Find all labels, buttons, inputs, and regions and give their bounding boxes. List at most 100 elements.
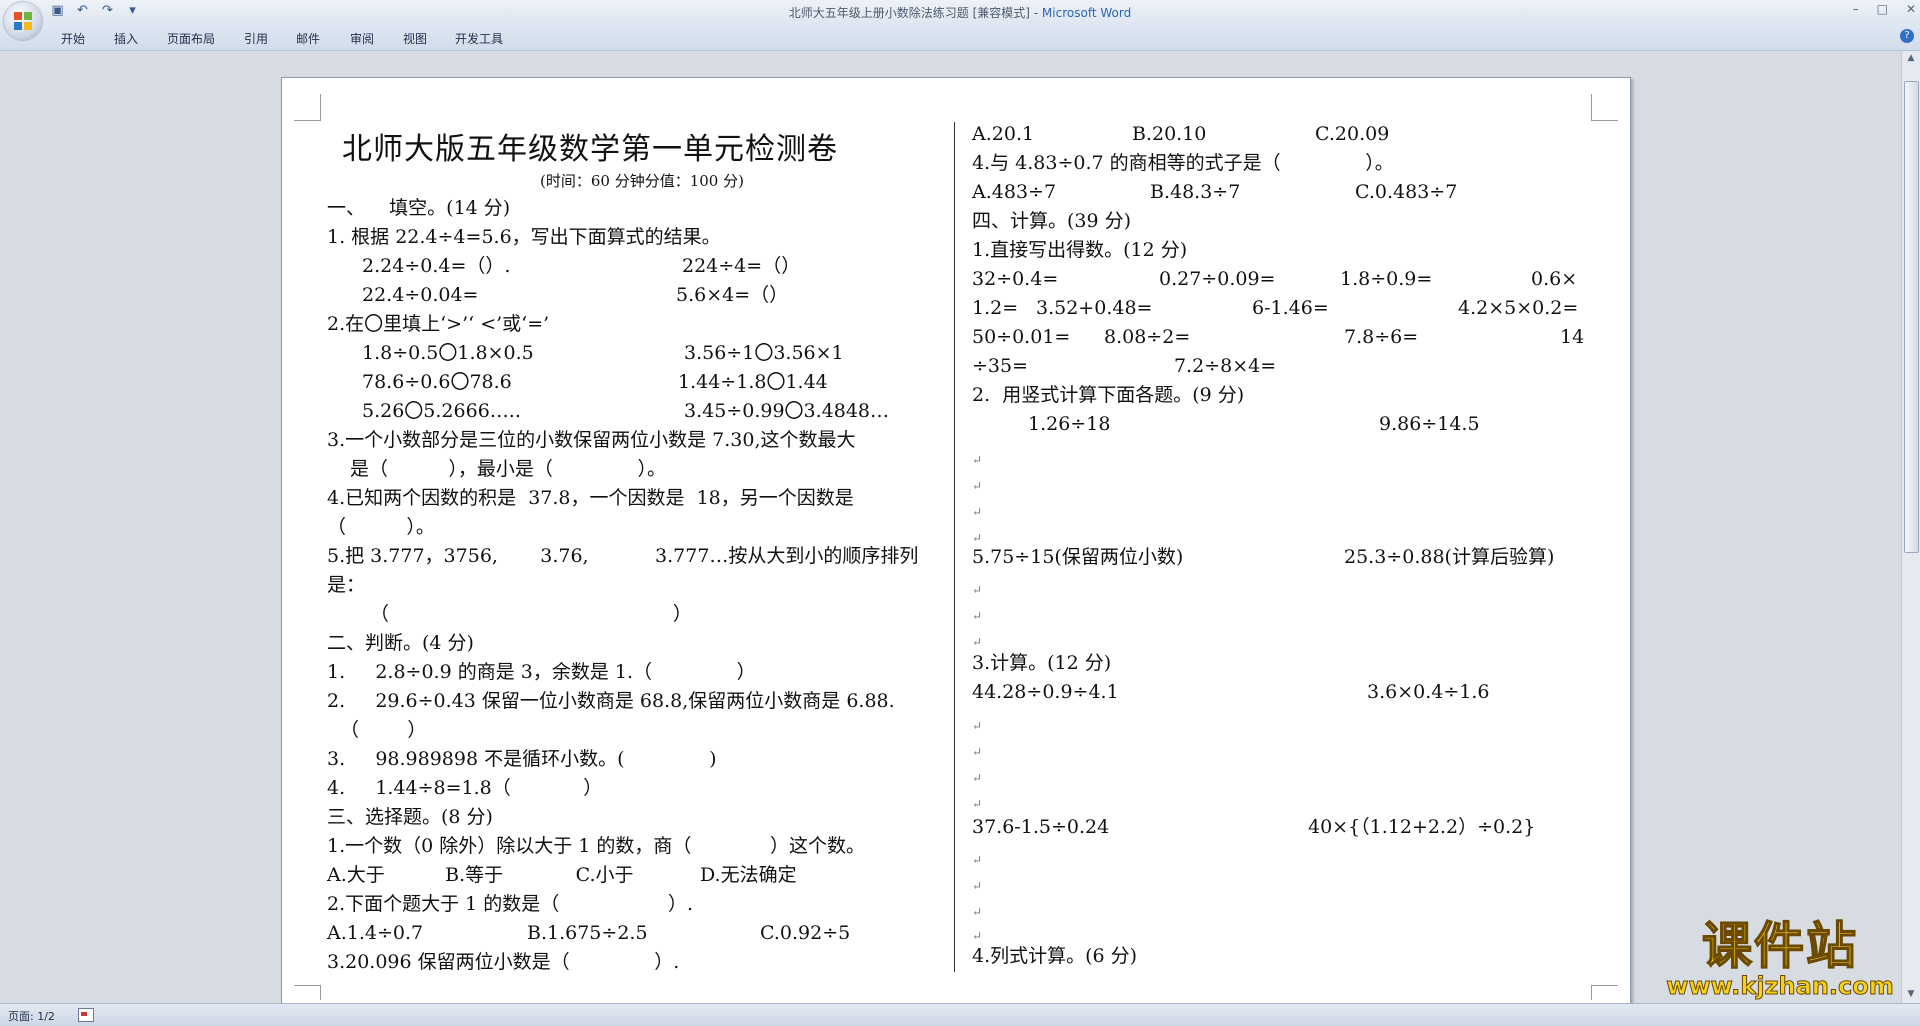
ribbon-tabs: 开始 插入 页面布局 引用 邮件 审阅 视图 开发工具 ? xyxy=(0,24,1920,51)
paragraph-mark: ↵ xyxy=(972,531,983,545)
scroll-thumb[interactable] xyxy=(1904,81,1919,553)
question-line: 1.一个数（0 除外）除以大于 1 的数，商（ ）这个数。 xyxy=(327,835,865,857)
question-line: 3. 98.989898 不是循环小数。( ) xyxy=(327,748,717,770)
question-line: 1.8÷0.9= xyxy=(1340,268,1433,290)
office-button[interactable] xyxy=(4,2,42,40)
question-line: 2. 29.6÷0.43 保留一位小数商是 68.8,保留两位小数商是 6.88… xyxy=(327,690,895,712)
scroll-up-icon[interactable]: ▲ xyxy=(1905,53,1917,65)
paragraph-mark: ↵ xyxy=(972,797,983,811)
vertical-scrollbar[interactable]: ▲ ▼ xyxy=(1901,51,1920,1003)
question-line: 8.08÷2= xyxy=(1104,326,1191,348)
question-line: B.48.3÷7 xyxy=(1150,181,1241,203)
section-heading: 四、计算。(39 分) xyxy=(972,210,1132,232)
page-counter[interactable]: 页面: 1/2 xyxy=(8,1008,55,1024)
question-line: 22.4÷0.04= xyxy=(362,284,479,306)
proofing-icon[interactable] xyxy=(78,1008,94,1022)
question-line: 0.6× xyxy=(1531,268,1578,290)
document-subtitle: (时间：60 分钟分值：100 分) xyxy=(540,172,744,190)
question-line: A.1.4÷0.7 xyxy=(327,922,424,944)
question-line: C.0.92÷5 xyxy=(760,922,851,944)
question-line: 1.26÷18 xyxy=(1028,413,1111,435)
question-line: ÷35= xyxy=(972,355,1029,377)
question-line: 5.26〇5.2666….. xyxy=(362,400,521,422)
question-line: C.20.09 xyxy=(1315,123,1390,145)
scroll-down-icon[interactable]: ▼ xyxy=(1905,989,1917,1001)
question-line: 3.56÷1〇3.56×1 xyxy=(684,342,844,364)
question-line: 是： xyxy=(327,574,366,596)
question-line: 0.27÷0.09= xyxy=(1159,268,1276,290)
question-line: 3.52+0.48= xyxy=(1036,297,1153,319)
section-heading: 二、判断。(4 分) xyxy=(327,632,474,654)
help-icon[interactable]: ? xyxy=(1900,29,1914,43)
question-line: 4.已知两个因数的积是 37.8，一个因数是 18，另一个因数是 xyxy=(327,487,854,509)
question-line: B.20.10 xyxy=(1132,123,1207,145)
paragraph-mark: ↵ xyxy=(972,879,983,893)
question-line: C.0.483÷7 xyxy=(1355,181,1458,203)
document-name: 北师大五年级上册小数除法练习题 [兼容模式] - xyxy=(788,6,1042,20)
question-line: 1.直接写出得数。(12 分) xyxy=(972,239,1188,261)
question-line: 44.28÷0.9÷4.1 xyxy=(972,681,1119,703)
question-line: 1.2= xyxy=(972,297,1019,319)
watermark-logo: 课件站 www.kjzhan.com xyxy=(1660,917,1900,1000)
document-title: 北师大版五年级数学第一单元检测卷 xyxy=(342,132,838,167)
tab-home[interactable]: 开始 xyxy=(61,30,85,47)
paragraph-mark: ↵ xyxy=(972,479,983,493)
section-heading: 三、选择题。(8 分) xyxy=(327,806,493,828)
question-line: 7.8÷6= xyxy=(1344,326,1419,348)
tab-mailings[interactable]: 邮件 xyxy=(296,30,320,47)
close-button[interactable]: ✕ xyxy=(1906,2,1916,16)
paragraph-mark: ↵ xyxy=(972,853,983,867)
column-divider xyxy=(954,122,955,972)
question-line: 4. 1.44÷8=1.8（ ） xyxy=(327,777,603,799)
paragraph-mark: ↵ xyxy=(972,505,983,519)
question-line: 50÷0.01= xyxy=(972,326,1071,348)
paragraph-mark: ↵ xyxy=(972,635,983,649)
question-line: 40×{（1.12+2.2）÷0.2} xyxy=(1308,816,1536,838)
crop-mark xyxy=(1591,985,1618,1000)
question-line: 25.3÷0.88(计算后验算) xyxy=(1344,546,1555,568)
window-controls: – □ ✕ xyxy=(1853,2,1916,16)
question-line: 2.在〇里填上‘>’‘ <’或‘=’ xyxy=(327,313,550,335)
title-bar: ▣ ↶ ↷ ▾ 北师大五年级上册小数除法练习题 [兼容模式] - Microso… xyxy=(0,0,1920,25)
question-line: 78.6÷0.6〇78.6 xyxy=(362,371,512,393)
tab-references[interactable]: 引用 xyxy=(244,30,268,47)
document-page[interactable]: 北师大版五年级数学第一单元检测卷 (时间：60 分钟分值：100 分) 一、 填… xyxy=(281,77,1631,1009)
question-line: 1. 根据 22.4÷4=5.6，写出下面算式的结果。 xyxy=(327,226,721,248)
question-line: A.20.1 xyxy=(972,123,1035,145)
minimize-button[interactable]: – xyxy=(1853,2,1859,16)
question-line: 2. 用竖式计算下面各题。(9 分) xyxy=(972,384,1245,406)
question-line: 4.与 4.83÷0.7 的商相等的式子是（ ）。 xyxy=(972,152,1394,174)
watermark-url: www.kjzhan.com xyxy=(1666,972,1894,1000)
paragraph-mark: ↵ xyxy=(972,453,983,467)
paragraph-mark: ↵ xyxy=(972,719,983,733)
question-line: 4.2×5×0.2= xyxy=(1458,297,1579,319)
question-line: 1.8÷0.5〇1.8×0.5 xyxy=(362,342,534,364)
question-line: 3.20.096 保留两位小数是（ ）. xyxy=(327,951,680,973)
tab-insert[interactable]: 插入 xyxy=(114,30,138,47)
section-heading: 3.计算。(12 分) xyxy=(972,652,1112,674)
question-line: （ ） xyxy=(370,603,692,625)
question-line: 14 xyxy=(1560,326,1585,348)
question-line: 3.6×0.4÷1.6 xyxy=(1367,681,1490,703)
watermark-title: 课件站 xyxy=(1701,917,1858,975)
tab-developer[interactable]: 开发工具 xyxy=(455,30,503,47)
question-line: 6-1.46= xyxy=(1252,297,1329,319)
paragraph-mark: ↵ xyxy=(972,745,983,759)
office-logo-icon xyxy=(14,12,32,30)
section-heading: 一、 填空。(14 分) xyxy=(327,197,511,219)
question-line: 5.6×4=（） xyxy=(676,284,789,306)
tab-page-layout[interactable]: 页面布局 xyxy=(167,30,215,47)
paragraph-mark: ↵ xyxy=(972,771,983,785)
question-line: 3.一个小数部分是三位的小数保留两位小数是 7.30,这个数最大 xyxy=(327,429,856,451)
question-line: 2.下面个题大于 1 的数是（ ）. xyxy=(327,893,694,915)
crop-mark xyxy=(294,94,321,121)
tab-review[interactable]: 审阅 xyxy=(350,30,374,47)
question-line: （ ）。 xyxy=(327,516,435,538)
question-line: （ ） xyxy=(340,719,427,741)
tab-view[interactable]: 视图 xyxy=(403,30,427,47)
status-bar: 页面: 1/2 xyxy=(0,1003,1920,1026)
paragraph-mark: ↵ xyxy=(972,583,983,597)
question-line: 2.24÷0.4=（）. xyxy=(362,255,511,277)
maximize-button[interactable]: □ xyxy=(1877,2,1888,16)
question-line: 5.75÷15(保留两位小数) xyxy=(972,546,1184,568)
